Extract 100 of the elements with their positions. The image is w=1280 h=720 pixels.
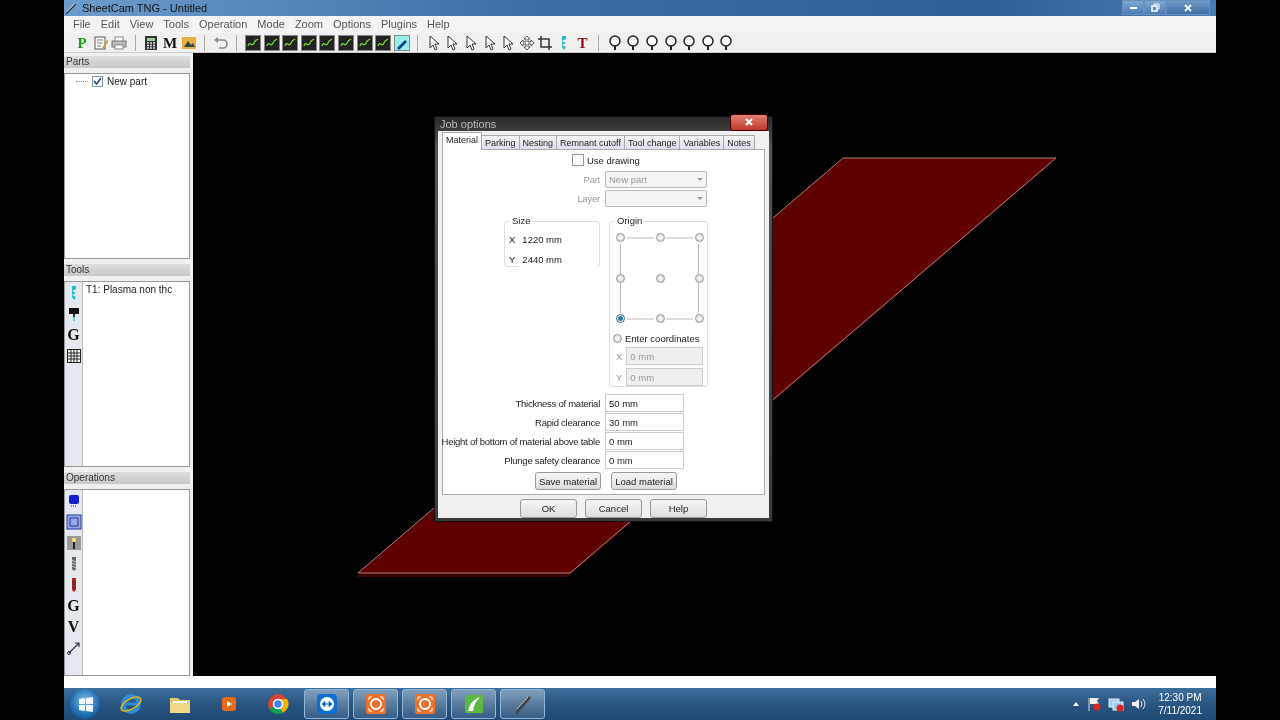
calculator-icon[interactable] [143, 34, 160, 51]
checkbox-label[interactable]: Use drawing [587, 154, 640, 166]
operation-icon[interactable] [300, 34, 317, 51]
field-label: Rapid clearance [534, 416, 600, 428]
grid-icon[interactable] [65, 348, 82, 365]
move-icon[interactable] [518, 34, 535, 51]
taskbar-button[interactable] [353, 689, 398, 720]
tool-name[interactable]: T1: Plasma non thc [86, 284, 186, 296]
magnifier-icon[interactable] [625, 34, 642, 51]
glyph-icon: G [67, 327, 80, 344]
menu-item[interactable]: Tools [158, 18, 195, 31]
input-field[interactable]: 0 mm [605, 432, 684, 450]
glyph-icon: G [67, 598, 80, 615]
magnifier-icon[interactable] [644, 34, 660, 51]
radio-button[interactable] [695, 273, 704, 283]
image-icon[interactable] [180, 34, 197, 51]
menu-item[interactable]: File [68, 18, 96, 31]
radio-button[interactable] [616, 273, 625, 283]
dialog-button[interactable]: Load material [611, 472, 677, 490]
magnifier-icon[interactable] [718, 34, 735, 51]
layer-label: Layer [576, 193, 600, 204]
crop-icon[interactable] [537, 34, 554, 51]
printer-icon[interactable] [111, 34, 128, 51]
dropdown-arrow-icon [697, 178, 703, 181]
panel-header: Tools [64, 264, 190, 277]
axis-label: X [616, 350, 623, 362]
taskbar-button[interactable] [402, 689, 447, 720]
radio-button[interactable] [695, 314, 704, 323]
magnifier-icon[interactable] [699, 34, 716, 51]
network-icon[interactable] [1108, 696, 1125, 713]
checkbox[interactable] [572, 154, 584, 166]
flag-icon[interactable] [1086, 696, 1103, 713]
pen-icon[interactable] [393, 34, 410, 51]
panel-header: Operations [64, 472, 190, 485]
radio-button[interactable] [695, 233, 704, 242]
radio-button[interactable] [613, 334, 622, 343]
menu-item[interactable]: Operation [194, 18, 253, 31]
radio-button[interactable] [655, 273, 665, 283]
restore-button[interactable] [1144, 0, 1166, 16]
menu-item[interactable]: View [124, 18, 159, 31]
taskbar-button[interactable] [451, 689, 496, 720]
menu-item[interactable]: Options [328, 18, 376, 31]
window-title: SheetCam TNG - Untitled [82, 1, 208, 14]
magnifier-icon[interactable] [681, 34, 698, 51]
menu-item[interactable]: Plugins [375, 18, 422, 31]
browser-e-app-icon [118, 692, 143, 717]
radio-button[interactable] [616, 314, 625, 323]
panel-header: Parts [64, 56, 190, 69]
lamp-icon[interactable] [65, 535, 82, 552]
input-field[interactable]: 50 mm [605, 394, 684, 412]
clock-date[interactable]: 7/11/2021 [1158, 704, 1202, 718]
menu-item[interactable]: Zoom [289, 18, 328, 31]
edit-icon[interactable] [92, 34, 109, 51]
minimize-button[interactable] [1122, 0, 1144, 16]
glyph-icon: V [67, 619, 80, 636]
operation-icon[interactable] [375, 34, 392, 51]
dialog-button[interactable]: Save material [535, 472, 601, 490]
axis-label: X [509, 233, 516, 245]
group-title: Origin [615, 215, 645, 226]
close-icon [1183, 2, 1193, 13]
operation-icon[interactable] [282, 34, 299, 51]
line-arrow-icon[interactable] [65, 640, 82, 657]
toolbar-glyph[interactable]: T [574, 34, 591, 51]
magnifier-icon[interactable] [662, 34, 679, 51]
magnifier-icon[interactable] [606, 34, 623, 51]
checkbox[interactable] [92, 76, 103, 88]
profile-icon[interactable] [65, 514, 82, 531]
taskbar-button[interactable] [500, 689, 545, 720]
windows-logo-icon [77, 696, 93, 713]
tab[interactable]: Material [442, 132, 482, 150]
dropdown-arrow-icon [697, 197, 703, 200]
part-name[interactable]: New part [107, 76, 147, 88]
toolbar-glyph[interactable]: M [161, 34, 178, 51]
dialog-title: Job options [440, 118, 498, 130]
clock-time[interactable]: 12:30 PM [1158, 691, 1202, 705]
undo-icon[interactable] [212, 34, 229, 51]
axis-label: Y [509, 253, 516, 265]
radio-button[interactable] [616, 233, 625, 242]
radio-button[interactable] [655, 233, 665, 242]
show-hidden-icon[interactable] [1072, 700, 1081, 709]
dialog-button[interactable]: Cancel [585, 499, 642, 518]
start-button[interactable] [70, 689, 100, 720]
dialog-button[interactable]: Help [650, 499, 707, 518]
dialog-button[interactable]: OK [520, 499, 577, 518]
radio-label[interactable]: Enter coordinates [625, 333, 700, 344]
operation-icon[interactable] [263, 34, 280, 51]
menu-item[interactable]: Edit [95, 18, 125, 31]
field-label: Height of bottom of material above table [440, 435, 600, 447]
menu-item[interactable]: Mode [252, 18, 290, 31]
radio-button[interactable] [655, 314, 665, 323]
operation-icon[interactable] [356, 34, 373, 51]
operation-icon[interactable] [319, 34, 336, 51]
operation-icon[interactable] [244, 34, 261, 51]
input-field[interactable]: 0 mm [605, 451, 684, 469]
restore-icon [1150, 2, 1160, 13]
menu-item[interactable]: Help [422, 18, 455, 31]
minimize-icon [1129, 6, 1137, 9]
operation-icon[interactable] [337, 34, 354, 51]
input-field[interactable]: 30 mm [605, 413, 684, 431]
taskbar-button[interactable] [304, 689, 349, 720]
